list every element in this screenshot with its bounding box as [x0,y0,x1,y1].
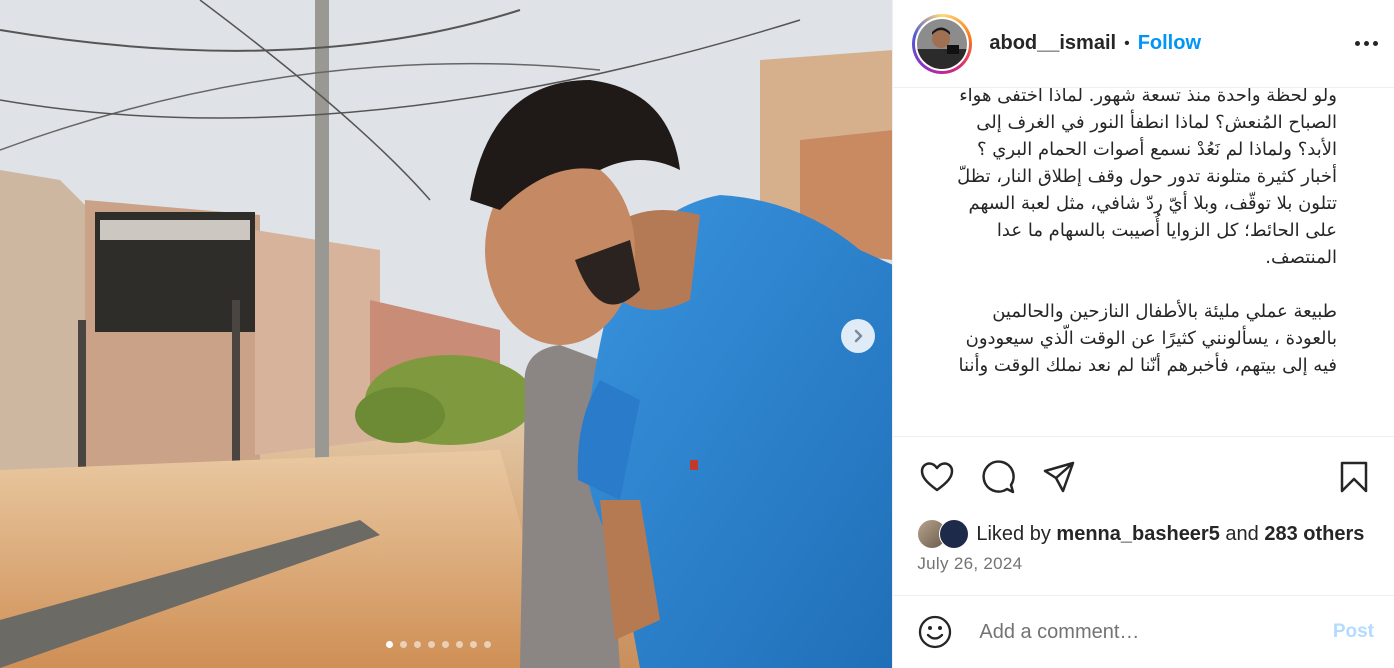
post-date[interactable]: July 26, 2024 [893,554,1394,574]
username-link[interactable]: abod__ismail [989,32,1116,55]
comment-button[interactable] [978,457,1018,497]
carousel-dot [442,641,449,648]
post-photo [0,0,893,668]
emoji-button[interactable] [917,614,953,650]
avatar [939,519,970,549]
save-button[interactable] [1334,457,1374,497]
comment-icon [982,460,1016,494]
more-options-button[interactable] [1355,29,1378,59]
caption-text: ولو لحظة واحدة منذ تسعة شهور. لماذا اختف… [957,88,1337,406]
carousel-dot [470,641,477,648]
carousel-dot [428,641,435,648]
carousel-dot [400,641,407,648]
post-comment-button[interactable]: Post [1333,621,1374,643]
chevron-right-icon [854,329,863,343]
carousel-dot [386,641,393,648]
like-button[interactable] [917,457,957,497]
caption-paragraph: طبيعة عملي مليئة بالأطفال النازحين والحا… [958,301,1337,376]
share-button[interactable] [1039,457,1079,497]
follow-button[interactable]: Follow [1138,32,1201,55]
carousel-indicator [386,641,491,648]
more-dots-icon [1355,41,1360,46]
carousel-next-button[interactable] [841,319,875,353]
carousel-dot [484,641,491,648]
caption-scroll-area[interactable]: ولو لحظة واحدة منذ تسعة شهور. لماذا اختف… [893,88,1394,437]
instagram-post: abod__ismail • Follow ولو لحظة واحدة منذ… [0,0,1394,668]
avatar [917,18,968,69]
liker-avatars[interactable] [917,519,973,549]
emoji-icon [919,615,952,649]
caption-paragraph: ولو لحظة واحدة منذ تسعة شهور. لماذا اختف… [957,88,1337,268]
carousel-dot [414,641,421,648]
comment-bar: Post [893,595,1394,668]
likes-summary: Liked by menna_basheer5 and 283 others [976,522,1365,545]
post-side-panel: abod__ismail • Follow ولو لحظة واحدة منذ… [892,0,1394,668]
post-header: abod__ismail • Follow [893,0,1394,88]
post-media[interactable] [0,0,893,668]
carousel-dot [456,641,463,648]
comment-input[interactable] [977,619,1333,645]
likes-row: Liked by menna_basheer5 and 283 others [893,519,1394,549]
bookmark-icon [1340,461,1368,493]
heart-icon [921,462,954,492]
story-ring[interactable] [912,13,973,74]
likes-others-link[interactable]: 283 others [1264,523,1364,545]
liker-username-link[interactable]: menna_basheer5 [1056,523,1219,545]
separator-dot: • [1124,34,1130,52]
share-icon [1044,461,1075,493]
action-bar [893,437,1394,517]
